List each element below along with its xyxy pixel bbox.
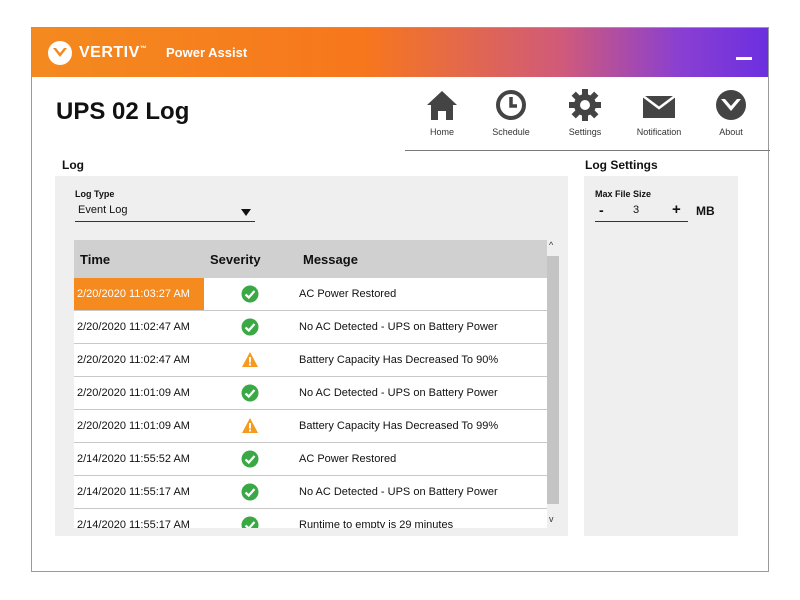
nav-label-notification: Notification — [636, 127, 682, 137]
table-row[interactable]: 2/20/2020 11:01:09 AM No AC Detected - UP… — [74, 377, 547, 410]
gear-icon — [569, 89, 601, 121]
cell-message: No AC Detected - UPS on Battery Power — [299, 387, 498, 399]
title-bar: VERTIV™ Power Assist — [32, 28, 768, 77]
checkmark-icon — [241, 285, 259, 303]
file-size-unit: MB — [696, 204, 715, 218]
log-section-title: Log — [62, 158, 84, 172]
scroll-down-icon[interactable]: v — [549, 514, 554, 524]
cell-time: 2/20/2020 11:02:47 AM — [77, 321, 190, 333]
app-window: VERTIV™ Power Assist UPS 02 Log Home Sch… — [31, 27, 770, 572]
log-table: Time Severity Message 2/20/2020 11:03:27… — [74, 240, 547, 528]
log-type-label: Log Type — [75, 189, 115, 199]
cell-time: 2/20/2020 11:01:09 AM — [77, 420, 190, 432]
cell-time: 2/14/2020 11:55:17 AM — [77, 486, 190, 498]
column-header-severity[interactable]: Severity — [210, 252, 261, 267]
cell-message: No AC Detected - UPS on Battery Power — [299, 486, 498, 498]
nav-label-schedule: Schedule — [492, 127, 530, 137]
log-panel: Log Type Event Log Time Severity Message… — [55, 176, 568, 536]
nav-item-about[interactable]: About — [700, 84, 762, 148]
vertiv-logo-icon — [48, 41, 72, 65]
nav-label-settings: Settings — [568, 127, 602, 137]
checkmark-icon — [241, 450, 259, 468]
max-file-size-value[interactable]: 3 — [633, 204, 639, 216]
log-settings-title: Log Settings — [585, 158, 658, 172]
page-title: UPS 02 Log — [56, 98, 190, 125]
table-header: Time Severity Message — [74, 240, 547, 278]
nav-item-settings[interactable]: Settings — [554, 84, 616, 148]
cell-message: Battery Capacity Has Decreased To 99% — [299, 420, 499, 432]
warning-icon — [242, 418, 258, 433]
column-header-message[interactable]: Message — [303, 252, 358, 267]
cell-time: 2/20/2020 11:01:09 AM — [77, 387, 190, 399]
table-row[interactable]: 2/20/2020 11:02:47 AM Battery Capacity Ha… — [74, 344, 547, 377]
table-row[interactable]: 2/14/2020 11:55:52 AM AC Power Restored — [74, 443, 547, 476]
log-type-dropdown[interactable]: Event Log — [75, 201, 255, 222]
nav-item-notification[interactable]: Notification — [628, 84, 690, 148]
log-type-value: Event Log — [78, 204, 128, 216]
max-file-size-label: Max File Size — [595, 189, 652, 199]
table-row[interactable]: 2/14/2020 11:55:17 AM Runtime to empty is… — [74, 509, 547, 528]
chevron-down-icon — [241, 209, 251, 216]
nav-label-home: Home — [429, 127, 454, 137]
checkmark-icon — [241, 483, 259, 501]
cell-message: AC Power Restored — [299, 288, 397, 300]
home-icon — [427, 91, 457, 120]
minimize-button[interactable] — [734, 46, 754, 66]
checkmark-icon — [241, 516, 259, 528]
clock-icon — [496, 90, 526, 120]
table-row[interactable]: 2/14/2020 11:55:17 AM No AC Detected - UP… — [74, 476, 547, 509]
cell-time: 2/14/2020 11:55:17 AM — [77, 519, 190, 528]
envelope-icon — [642, 95, 676, 118]
nav-label-about: About — [719, 127, 743, 137]
cell-time: 2/20/2020 11:03:27 AM — [74, 278, 204, 310]
scrollbar-thumb[interactable] — [547, 256, 559, 504]
log-settings-panel: Max File Size - 3 + MB — [584, 176, 738, 536]
nav-item-schedule[interactable]: Schedule — [480, 84, 542, 148]
nav-item-home[interactable]: Home — [411, 84, 473, 148]
increment-button[interactable]: + — [672, 201, 681, 218]
cell-time: 2/14/2020 11:55:52 AM — [77, 453, 190, 465]
table-row[interactable]: 2/20/2020 11:03:27 AM AC Power Restored — [74, 278, 547, 311]
checkmark-icon — [241, 318, 259, 336]
cell-message: No AC Detected - UPS on Battery Power — [299, 321, 498, 333]
vertiv-logo-icon — [716, 90, 746, 120]
brand-name: VERTIV™ — [79, 44, 148, 61]
cell-message: Runtime to empty is 29 minutes — [299, 519, 454, 528]
warning-icon — [242, 352, 258, 367]
table-row[interactable]: 2/20/2020 11:02:47 AM No AC Detected - UP… — [74, 311, 547, 344]
nav-bar: Home Schedule Settings Notification Abou… — [405, 84, 770, 151]
scroll-up-icon[interactable]: ^ — [549, 240, 553, 250]
max-file-size-stepper[interactable]: - 3 + — [595, 201, 688, 222]
cell-message: Battery Capacity Has Decreased To 90% — [299, 354, 499, 366]
app-name: Power Assist — [166, 45, 248, 60]
table-row[interactable]: 2/20/2020 11:01:09 AM Battery Capacity Ha… — [74, 410, 547, 443]
decrement-button[interactable]: - — [599, 202, 604, 218]
cell-message: AC Power Restored — [299, 453, 397, 465]
cell-time: 2/20/2020 11:02:47 AM — [77, 354, 190, 366]
checkmark-icon — [241, 384, 259, 402]
column-header-time[interactable]: Time — [80, 252, 110, 267]
